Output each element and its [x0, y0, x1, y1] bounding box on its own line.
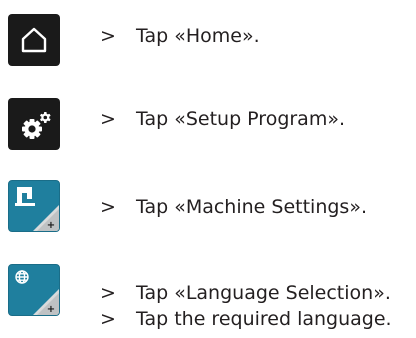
step-marker: >: [100, 25, 116, 47]
step-setup-program: > Tap «Setup Program».: [100, 108, 345, 130]
setup-program-button[interactable]: [8, 98, 60, 150]
step-home: > Tap «Home».: [100, 25, 260, 47]
step-machine-settings: > Tap «Machine Settings».: [100, 196, 367, 218]
step-text: Tap the required language.: [136, 308, 392, 330]
sewing-machine-icon: +: [15, 187, 59, 231]
step-text: Tap «Machine Settings».: [136, 196, 367, 218]
svg-text:+: +: [47, 304, 55, 315]
step-text: Tap «Home».: [136, 25, 260, 47]
step-marker: >: [100, 282, 116, 304]
step-marker: >: [100, 108, 116, 130]
home-icon: [21, 27, 47, 53]
machine-settings-button[interactable]: +: [8, 180, 60, 232]
language-selection-button[interactable]: +: [8, 264, 60, 316]
home-button[interactable]: [8, 14, 60, 66]
step-language-selection: > Tap «Language Selection».: [100, 282, 391, 304]
step-required-language: > Tap the required language.: [100, 308, 392, 330]
step-marker: >: [100, 308, 116, 330]
step-text: Tap «Language Selection».: [136, 282, 391, 304]
gears-icon: [22, 112, 51, 139]
svg-text:+: +: [47, 220, 55, 231]
step-text: Tap «Setup Program».: [136, 108, 345, 130]
step-marker: >: [100, 196, 116, 218]
globe-icon: +: [15, 270, 59, 315]
